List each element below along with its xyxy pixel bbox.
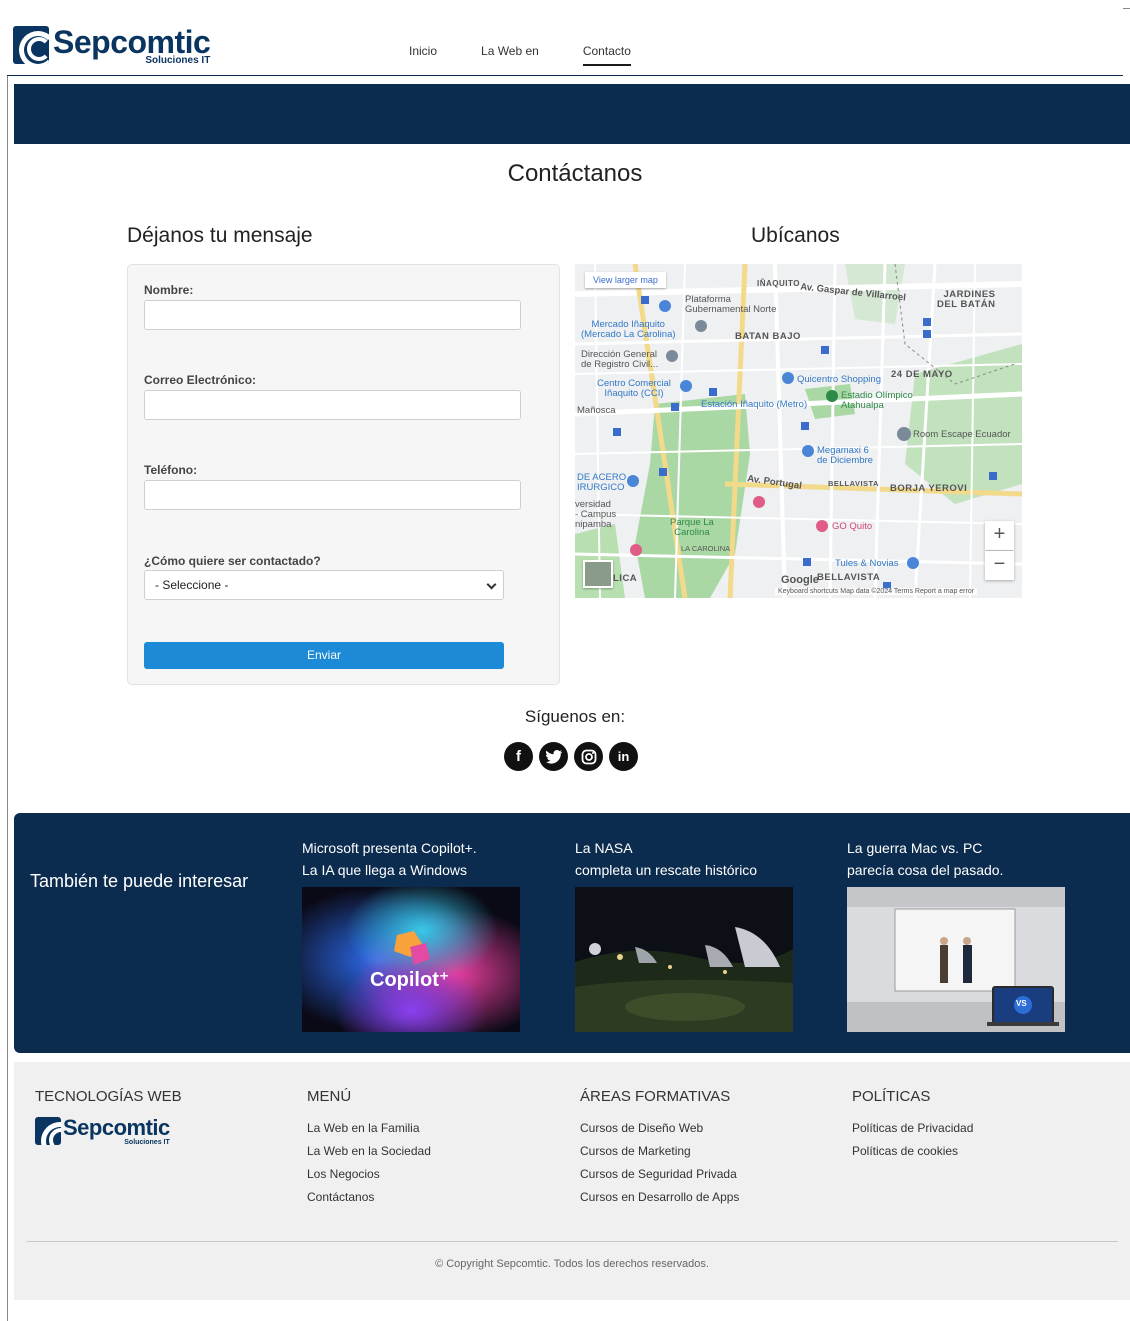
- map-zoom-in-button[interactable]: +: [985, 521, 1014, 550]
- footer-link[interactable]: La Web en la Familia: [307, 1121, 431, 1135]
- twitter-icon[interactable]: [539, 742, 568, 771]
- footer-link[interactable]: Los Negocios: [307, 1167, 431, 1181]
- map-label: 24 DE MAYO: [891, 369, 953, 380]
- vs-badge: VS: [1016, 999, 1027, 1008]
- logo-icon: [35, 1117, 61, 1145]
- contact-method-label: ¿Cómo quiere ser contactado?: [144, 554, 321, 568]
- footer-col-tecnologias: TECNOLOGÍAS WEB Sepcomtic Soluciones IT: [35, 1088, 182, 1146]
- email-input[interactable]: [144, 390, 521, 420]
- footer-col-title: TECNOLOGÍAS WEB: [35, 1088, 182, 1105]
- map-label: Room Escape Ecuador: [913, 429, 1011, 440]
- map-label: Mañosca: [577, 405, 616, 416]
- contact-form: Nombre: Correo Electrónico: Teléfono: ¿C…: [127, 264, 560, 685]
- related-section: También te puede interesar Microsoft pre…: [14, 813, 1130, 1053]
- embedded-map[interactable]: View larger map IÑAQUITO Av. Gaspar de V…: [575, 264, 1022, 598]
- facebook-icon[interactable]: f: [504, 742, 533, 771]
- copyright: © Copyright Sepcomtic. Todos los derecho…: [435, 1258, 709, 1270]
- footer-col-areas: ÁREAS FORMATIVAS Cursos de Diseño Web Cu…: [580, 1088, 739, 1213]
- map-label: Estación Iñaquito (Metro): [701, 399, 808, 410]
- name-input[interactable]: [144, 300, 521, 330]
- map-satellite-toggle[interactable]: [583, 560, 613, 588]
- map-label: Dirección General de Registro Civil...: [581, 349, 659, 370]
- related-card-title[interactable]: La NASA completa un rescate histórico: [575, 837, 793, 887]
- footer-col-politicas: POLÍTICAS Políticas de Privacidad Políti…: [852, 1088, 973, 1167]
- footer-logo-subtitle: Soluciones IT: [124, 1139, 170, 1146]
- footer-link[interactable]: Cursos de Seguridad Privada: [580, 1167, 739, 1181]
- map-label: Estadio Olímpico Atahualpa: [841, 390, 913, 411]
- nav-contacto[interactable]: Contacto: [582, 44, 631, 66]
- footer-link[interactable]: Contáctanos: [307, 1190, 431, 1204]
- related-card[interactable]: La guerra Mac vs. PC parecía cosa del pa…: [847, 837, 1065, 1032]
- map-label: IÑAQUITO: [757, 279, 800, 288]
- footer-col-title: ÁREAS FORMATIVAS: [580, 1088, 731, 1105]
- map-attribution[interactable]: Keyboard shortcuts Map data ©2024 Terms …: [775, 588, 978, 595]
- map-label: Quicentro Shopping: [797, 374, 881, 385]
- page-title: Contáctanos: [507, 160, 643, 187]
- site-footer: TECNOLOGÍAS WEB Sepcomtic Soluciones IT …: [14, 1062, 1130, 1300]
- name-label: Nombre:: [144, 283, 194, 297]
- mac-vs-pc-image[interactable]: VS: [847, 887, 1065, 1032]
- related-card-title[interactable]: La guerra Mac vs. PC parecía cosa del pa…: [847, 837, 1065, 887]
- map-label: DE ACERO IRURGICO: [577, 472, 627, 493]
- map-label: JARDINES DEL BATÁN: [937, 289, 996, 310]
- form-section-title: Déjanos tu mensaje: [127, 224, 313, 247]
- footer-link[interactable]: La Web en la Sociedad: [307, 1144, 431, 1158]
- phone-label: Teléfono:: [144, 463, 198, 477]
- nav-la-web-en[interactable]: La Web en: [481, 44, 539, 66]
- footer-link[interactable]: Cursos en Desarrollo de Apps: [580, 1190, 739, 1204]
- related-card[interactable]: La NASA completa un rescate histórico: [575, 837, 793, 1032]
- map-label: Plataforma Gubernamental Norte: [685, 294, 777, 315]
- follow-title: Síguenos en:: [524, 707, 626, 726]
- chevron-down-icon: [486, 579, 497, 590]
- site-header: Sepcomtic Soluciones IT Inicio La Web en…: [7, 0, 1123, 76]
- map-label: GO Quito: [832, 521, 873, 532]
- logo-icon: [13, 26, 49, 64]
- map-label: versidad - Campus nipamba: [575, 499, 617, 530]
- footer-col-title: MENÚ: [307, 1088, 352, 1105]
- footer-link[interactable]: Cursos de Marketing: [580, 1144, 739, 1158]
- site-logo[interactable]: Sepcomtic Soluciones IT: [13, 24, 211, 66]
- map-label: BELLAVISTA: [817, 572, 881, 583]
- related-card-title[interactable]: Microsoft presenta Copilot+. La IA que l…: [302, 837, 520, 887]
- footer-link[interactable]: Cursos de Diseño Web: [580, 1121, 739, 1135]
- map-label: LICA: [613, 573, 638, 584]
- nav-inicio[interactable]: Inicio: [409, 44, 437, 66]
- nasa-image[interactable]: [575, 887, 793, 1032]
- map-label: Mercado Iñaquito (Mercado La Carolina): [581, 319, 676, 340]
- footer-logo[interactable]: Sepcomtic Soluciones IT: [35, 1117, 182, 1146]
- footer-col-menu: MENÚ La Web en la Familia La Web en la S…: [307, 1088, 431, 1213]
- instagram-icon[interactable]: [574, 742, 603, 771]
- header-banner: [14, 84, 1130, 144]
- footer-col-title: POLÍTICAS: [852, 1088, 931, 1105]
- contact-method-value: - Seleccione -: [155, 578, 229, 592]
- main-nav: Inicio La Web en Contacto: [409, 44, 675, 66]
- copilot-image[interactable]: Copilot⁺: [302, 887, 520, 1032]
- footer-link[interactable]: Políticas de Privacidad: [852, 1121, 973, 1135]
- map-label: Tules & Novias: [835, 558, 899, 569]
- related-card[interactable]: Microsoft presenta Copilot+. La IA que l…: [302, 837, 520, 1032]
- map-label: LA CAROLINA: [681, 544, 731, 553]
- map-label: Parque La Carolina: [670, 517, 714, 538]
- google-logo: Google: [781, 574, 819, 586]
- related-title: También te puede interesar: [30, 871, 249, 891]
- submit-button[interactable]: Enviar: [144, 642, 504, 669]
- contact-method-select[interactable]: - Seleccione -: [144, 570, 504, 600]
- map-label: BORJA YEROVI: [890, 483, 968, 494]
- copilot-image-text: Copilot⁺: [370, 969, 450, 991]
- email-label: Correo Electrónico:: [144, 373, 257, 387]
- map-zoom-out-button[interactable]: −: [985, 551, 1014, 580]
- map-label: Centro Comercial Iñaquito (CCI): [597, 378, 671, 399]
- logo-name: Sepcomtic: [53, 24, 211, 60]
- view-larger-map-link[interactable]: View larger map: [585, 272, 666, 288]
- map-label: BELLAVISTA: [828, 479, 879, 488]
- social-links: f in: [504, 742, 638, 771]
- footer-logo-name: Sepcomtic: [63, 1115, 170, 1140]
- footer-divider: [27, 1241, 1118, 1242]
- footer-link[interactable]: Políticas de cookies: [852, 1144, 973, 1158]
- map-label: BATAN BAJO: [735, 331, 801, 342]
- map-label: Megamaxi 6 de Diciembre: [817, 445, 873, 466]
- map-section-title: Ubícanos: [751, 224, 840, 247]
- phone-input[interactable]: [144, 480, 521, 510]
- linkedin-icon[interactable]: in: [609, 742, 638, 771]
